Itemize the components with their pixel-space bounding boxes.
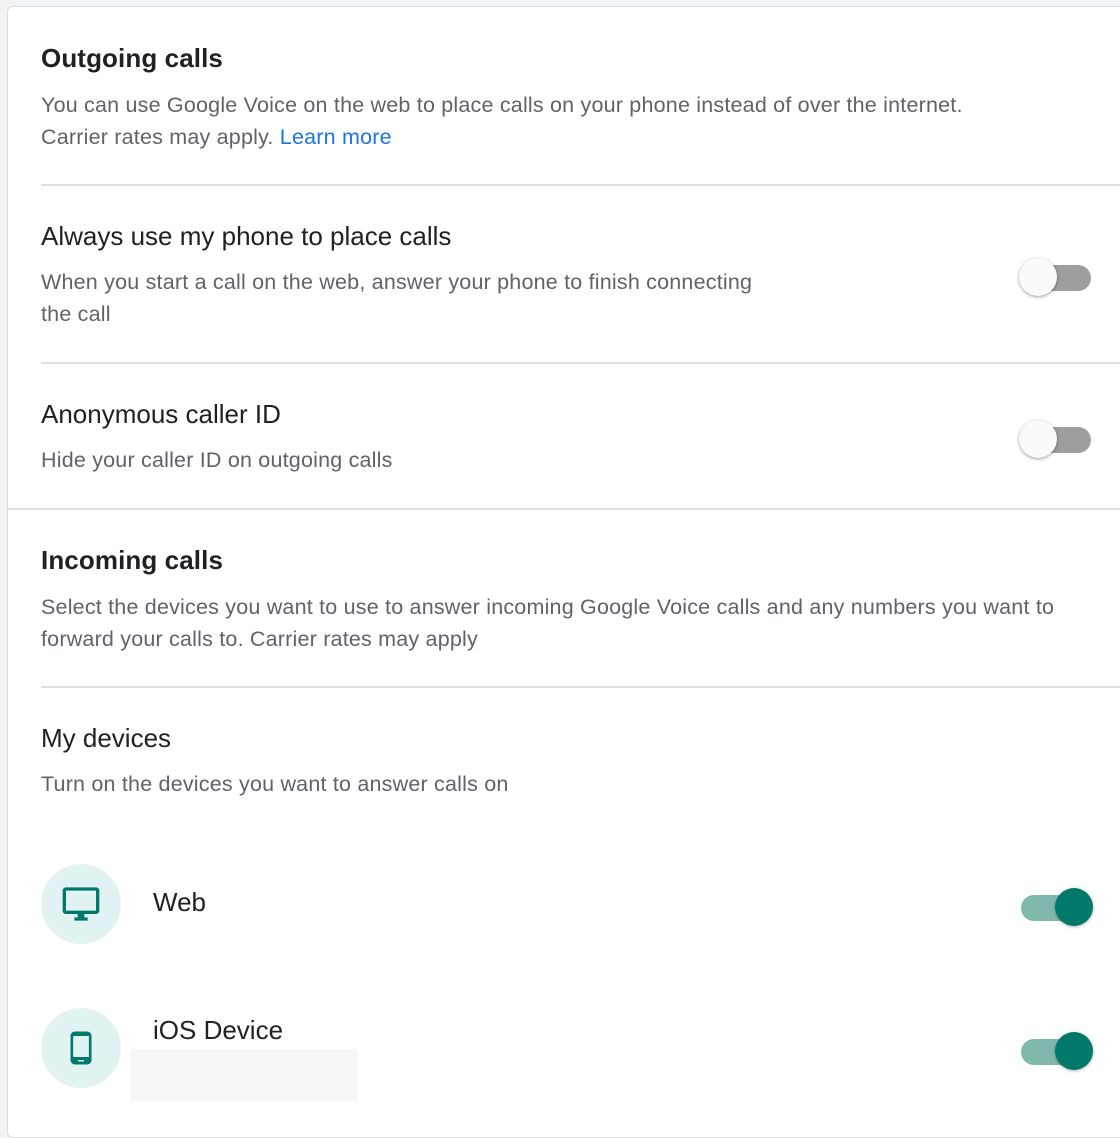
toggle-thumb [1055,888,1093,926]
redacted-phone-number [131,1049,357,1101]
incoming-calls-description: Select the devices you want to use to an… [41,595,1055,651]
settings-card: Outgoing calls You can use Google Voice … [7,6,1120,1138]
web-device-label: Web [153,887,206,917]
toggle-thumb [1019,258,1057,296]
divider [41,362,1120,364]
anonymous-caller-id-toggle[interactable] [1019,415,1095,459]
outgoing-calls-description: You can use Google Voice on the web to p… [41,89,1031,153]
outgoing-calls-heading: Outgoing calls [41,43,223,73]
smartphone-icon [70,1031,92,1065]
desktop-monitor-icon [62,887,100,921]
learn-more-link[interactable]: Learn more [280,125,392,149]
outgoing-calls-description-text: You can use Google Voice on the web to p… [41,93,963,149]
always-use-phone-toggle[interactable] [1019,253,1095,297]
toggle-thumb [1055,1032,1093,1070]
anonymous-caller-id-description: Hide your caller ID on outgoing calls [41,448,393,472]
incoming-calls-heading: Incoming calls [41,545,224,575]
divider [41,184,1120,186]
ios-device-toggle[interactable] [1017,1027,1093,1071]
web-device-toggle[interactable] [1017,883,1093,927]
my-devices-description: Turn on the devices you want to answer c… [41,772,509,796]
always-use-phone-title: Always use my phone to place calls [41,221,452,251]
section-divider [8,508,1120,510]
ios-device-icon-circle [41,1008,121,1088]
web-device-icon-circle [41,864,121,944]
divider [41,686,1120,688]
anonymous-caller-id-title: Anonymous caller ID [41,399,281,429]
always-use-phone-description: When you start a call on the web, answer… [41,270,753,326]
toggle-thumb [1019,420,1057,458]
ios-device-label: iOS Device [153,1015,284,1045]
my-devices-title: My devices [41,723,172,753]
